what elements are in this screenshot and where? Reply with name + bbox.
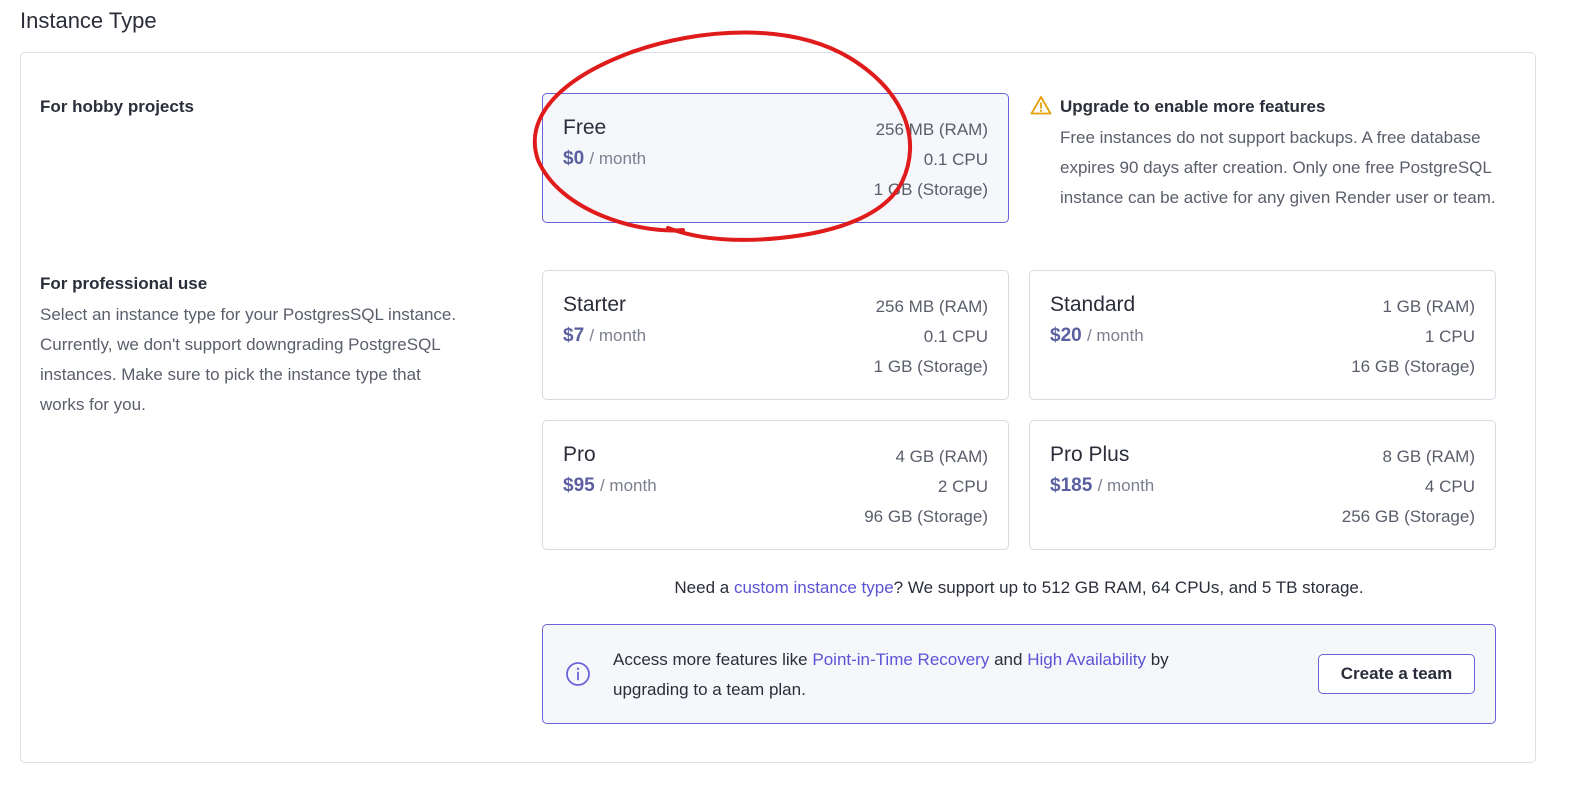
plan-card-starter[interactable]: Starter $7 / month 256 MB (RAM) 0.1 CPU … — [542, 270, 1009, 400]
plan-cpu: 0.1 CPU — [923, 327, 988, 346]
plan-price-row: $95 / month — [563, 475, 657, 497]
plan-name: Starter — [563, 293, 627, 316]
plan-cpu: 0.1 CPU — [923, 150, 988, 169]
plan-period: / month — [589, 149, 647, 168]
info-text-2: and — [994, 650, 1023, 669]
create-team-button[interactable]: Create a team — [1318, 654, 1475, 694]
professional-section: For professional use Select an instance … — [40, 274, 460, 420]
plan-specs: 256 MB (RAM) 0.1 CPU 1 GB (Storage) — [874, 115, 988, 205]
plan-storage: 1 GB (Storage) — [873, 180, 988, 199]
professional-description: Select an instance type for your Postgre… — [40, 305, 457, 414]
plan-card-pro[interactable]: Pro $95 / month 4 GB (RAM) 2 CPU 96 GB (… — [542, 420, 1009, 550]
plan-specs: 256 MB (RAM) 0.1 CPU 1 GB (Storage) — [874, 292, 988, 382]
plan-price: $95 — [563, 475, 595, 496]
hobby-heading: For hobby projects — [40, 97, 194, 116]
plan-card-standard[interactable]: Standard $20 / month 1 GB (RAM) 1 CPU 16… — [1029, 270, 1496, 400]
plan-price-row: $20 / month — [1050, 325, 1144, 347]
warning-title: Upgrade to enable more features — [1060, 97, 1326, 116]
plan-price-row: $0 / month — [563, 148, 646, 170]
info-text-1: Access more features like — [613, 650, 808, 669]
plan-period: / month — [1086, 326, 1144, 345]
plan-ram: 256 MB (RAM) — [875, 297, 988, 316]
team-plan-info-box: Access more features like Point-in-Time … — [542, 624, 1496, 724]
plan-price: $20 — [1050, 325, 1082, 346]
plan-specs: 4 GB (RAM) 2 CPU 96 GB (Storage) — [864, 442, 988, 532]
custom-instance-type-link[interactable]: custom instance type — [734, 578, 894, 597]
warning-body: Free instances do not support backups. A… — [1060, 128, 1496, 207]
professional-heading: For professional use — [40, 274, 208, 293]
info-text: Access more features like Point-in-Time … — [613, 645, 1233, 705]
plan-name: Pro — [563, 443, 596, 466]
plan-name: Free — [563, 116, 607, 139]
plan-name: Standard — [1050, 293, 1136, 316]
plan-ram: 8 GB (RAM) — [1382, 447, 1475, 466]
plan-cpu: 4 CPU — [1424, 477, 1475, 496]
plan-ram: 4 GB (RAM) — [895, 447, 988, 466]
point-in-time-recovery-link[interactable]: Point-in-Time Recovery — [812, 650, 989, 669]
plan-ram: 1 GB (RAM) — [1382, 297, 1475, 316]
hobby-section: For hobby projects — [40, 97, 460, 117]
high-availability-link[interactable]: High Availability — [1027, 650, 1146, 669]
plan-period: / month — [599, 476, 657, 495]
plan-price-row: $185 / month — [1050, 475, 1154, 497]
plan-cpu: 2 CPU — [937, 477, 988, 496]
plan-specs: 8 GB (RAM) 4 CPU 256 GB (Storage) — [1342, 442, 1475, 532]
plan-storage: 96 GB (Storage) — [864, 507, 988, 526]
plan-card-free[interactable]: Free $0 / month 256 MB (RAM) 0.1 CPU 1 G… — [542, 93, 1009, 223]
plan-storage: 1 GB (Storage) — [873, 357, 988, 376]
plan-ram: 256 MB (RAM) — [875, 120, 988, 139]
plan-specs: 1 GB (RAM) 1 CPU 16 GB (Storage) — [1351, 292, 1475, 382]
custom-prefix: Need a — [674, 578, 730, 597]
plan-price-row: $7 / month — [563, 325, 646, 347]
plan-period: / month — [589, 326, 647, 345]
section-title: Instance Type — [20, 8, 157, 33]
plan-price: $0 — [563, 148, 585, 169]
custom-instance-note: Need a custom instance type? We support … — [542, 578, 1496, 598]
plan-card-pro-plus[interactable]: Pro Plus $185 / month 8 GB (RAM) 4 CPU 2… — [1029, 420, 1496, 550]
plan-price: $185 — [1050, 475, 1093, 496]
plan-price: $7 — [563, 325, 585, 346]
plan-storage: 16 GB (Storage) — [1351, 357, 1475, 376]
plan-name: Pro Plus — [1050, 443, 1130, 466]
plan-storage: 256 GB (Storage) — [1341, 507, 1475, 526]
warning-triangle-icon — [1030, 95, 1052, 120]
custom-suffix: ? We support up to 512 GB RAM, 64 CPUs, … — [893, 578, 1364, 597]
info-circle-icon — [565, 661, 591, 692]
plan-cpu: 1 CPU — [1424, 327, 1475, 346]
plan-period: / month — [1097, 476, 1155, 495]
